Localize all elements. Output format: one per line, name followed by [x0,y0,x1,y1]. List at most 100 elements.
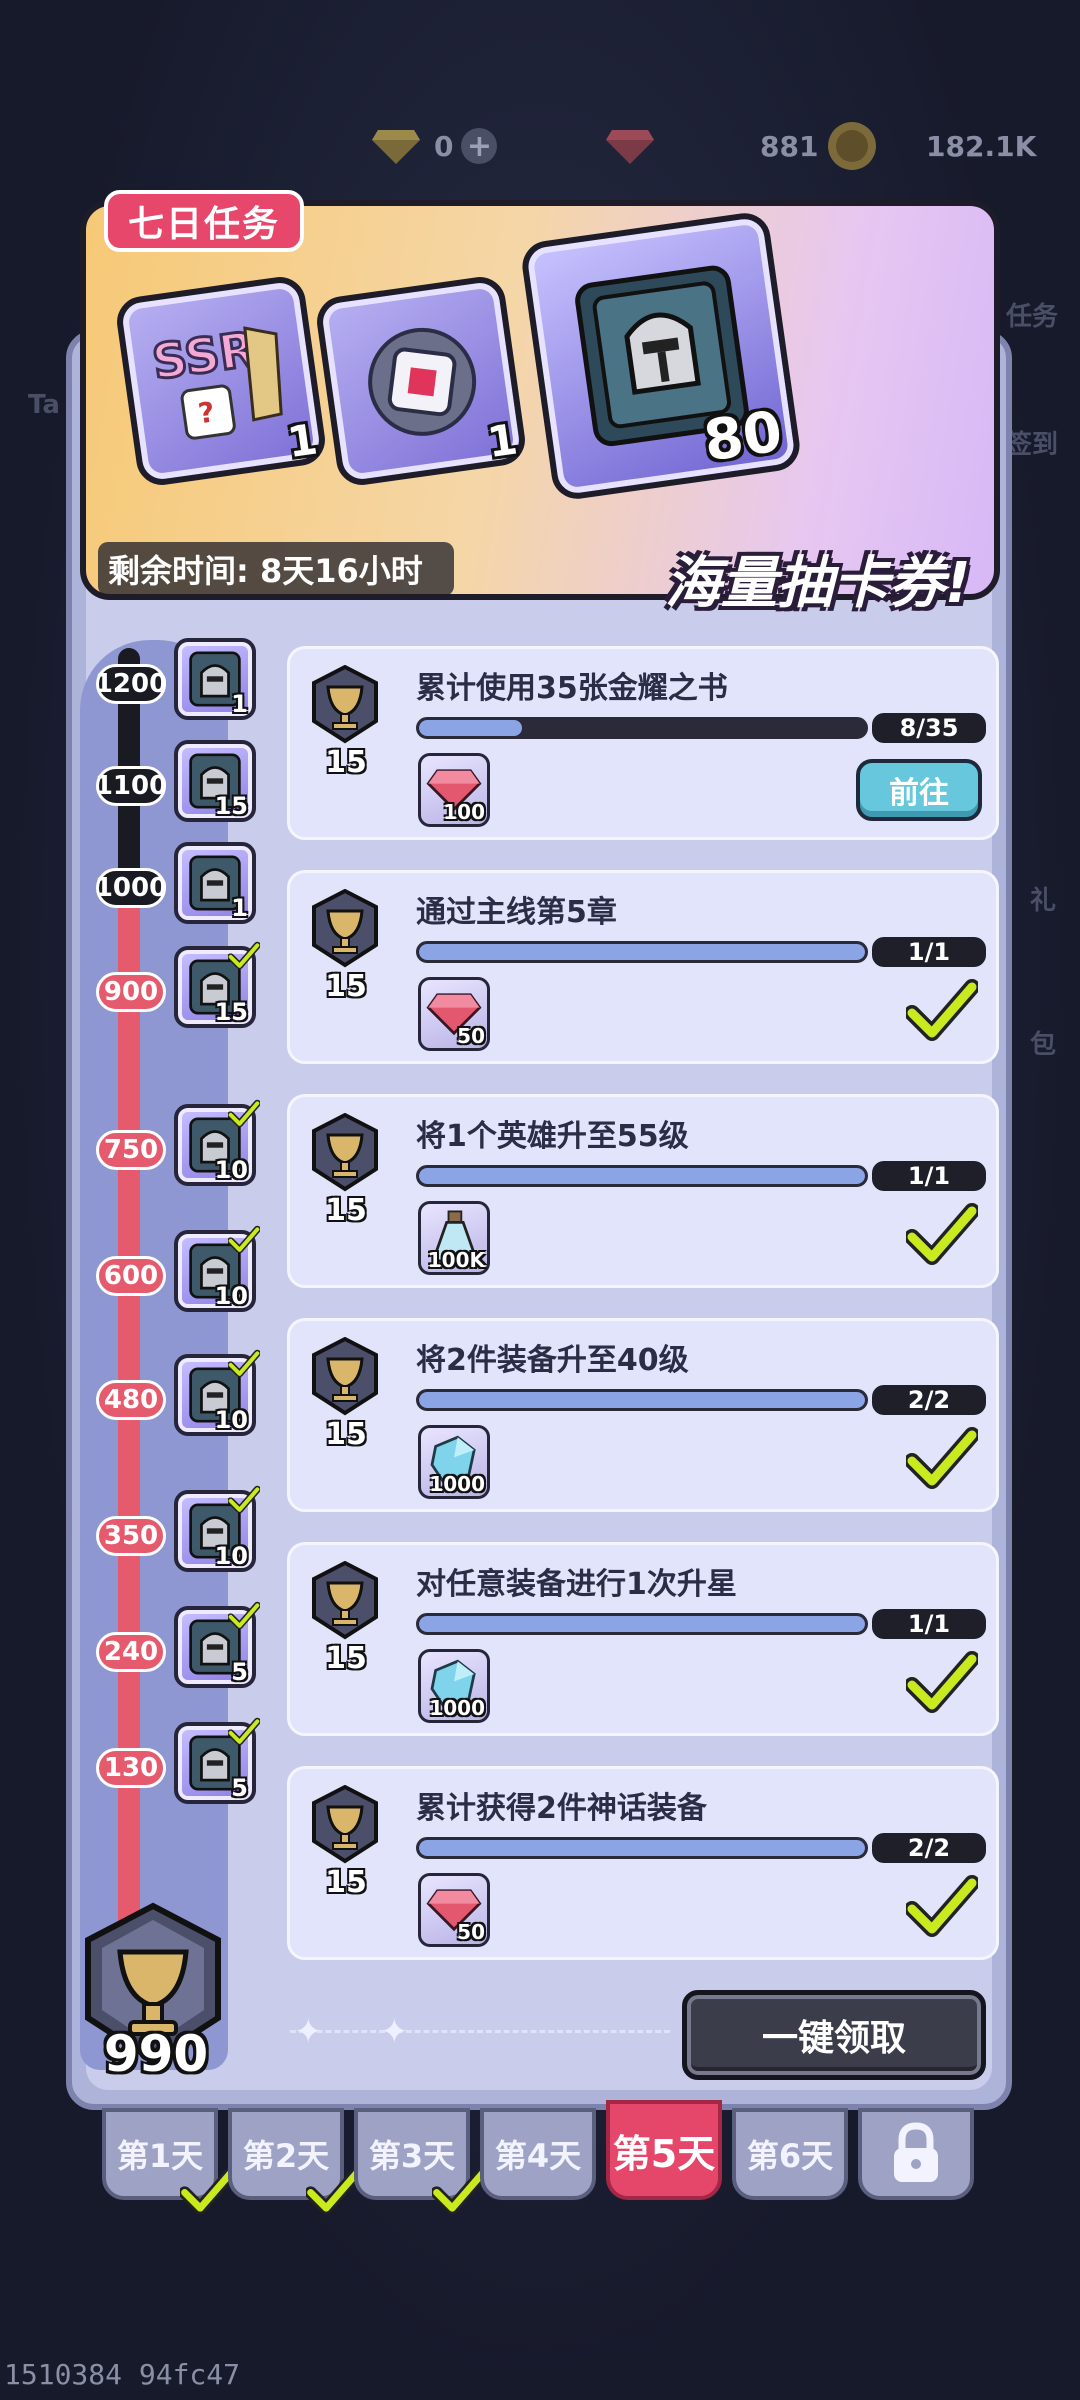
task-card: 15 通过主线第5章 1/1 50 [287,870,999,1064]
task-card: 15 对任意装备进行1次升星 1/1 1000 [287,1542,999,1736]
check-icon [227,1098,261,1130]
check-icon [904,979,980,1043]
milestone-reward[interactable]: 1 [174,842,256,924]
task-reward-gem-icon[interactable]: 50 [418,977,490,1051]
milestone-value: 350 [96,1516,166,1556]
task-progress-text: 1/1 [872,937,986,967]
side-hint-tasks: 任务 [1006,302,1059,332]
milestone-reward-count: 10 [214,1542,248,1570]
task-card: 15 将2件装备升至40级 2/2 1000 [287,1318,999,1512]
milestone-value: 1000 [95,868,167,908]
trophy-icon [310,888,380,969]
trophy-icon [310,1112,380,1193]
add-gold-button[interactable]: + [461,128,498,164]
tab-day-5[interactable]: 第5天 [606,2100,722,2200]
task-progress-text: 2/2 [872,1385,986,1415]
side-hint-checkin: 签到 [1006,430,1059,460]
divider-dashed [290,2030,670,2033]
task-title: 将1个英雄升至55级 [416,1119,689,1154]
banner-reward-1-count: 1 [284,414,321,468]
task-reward-count: 1000 [429,1472,485,1496]
task-title: 将2件装备升至40级 [416,1343,689,1378]
side-hint-pack: 包 [1030,1030,1057,1060]
claim-all-button[interactable]: 一键领取 [682,1990,986,2080]
task-progress-fill [419,944,865,960]
task-reward-gem-icon[interactable]: 50 [418,1873,490,1947]
task-points: 15 [325,1641,367,1676]
task-points: 15 [325,1865,367,1900]
milestone-reward[interactable]: 5 [174,1717,261,1804]
gem-currency: 881 [604,118,818,174]
task-progress-bar [416,1837,868,1859]
check-icon [227,1716,261,1748]
task-card: 15 累计获得2件神话装备 2/2 50 [287,1766,999,1960]
milestone-value: 240 [96,1632,166,1672]
milestone-reward[interactable]: 1 [174,638,256,720]
gem-value: 881 [760,129,819,163]
milestone-reward[interactable]: 10 [174,1225,261,1312]
coin-currency: 182.1K [826,118,1036,174]
build-id: 1510384 94fc47 [4,2358,241,2391]
task-reward-crystal-icon[interactable]: 1000 [418,1649,490,1723]
task-points: 15 [325,1193,367,1228]
progress-rail-fill [118,880,140,1980]
task-progress-bar [416,717,868,739]
milestone-reward[interactable]: 10 [174,1485,261,1572]
gold-value: 0 [434,129,454,163]
lock-icon [894,2122,938,2182]
milestone-reward-count: 1 [231,690,248,718]
task-card: 15 将1个英雄升至55级 1/1 100K [287,1094,999,1288]
milestone-reward[interactable]: 10 [174,1349,261,1436]
check-icon [227,1484,261,1516]
milestone-reward-count: 10 [214,1406,248,1434]
tab-day-4[interactable]: 第4天 [480,2108,596,2200]
task-reward-count: 100 [443,800,485,824]
task-points: 15 [325,745,367,780]
banner-slogan: 海量抽卡券! [665,551,971,616]
milestone-value: 1100 [95,766,167,806]
banner-reward-3-count: 80 [699,399,787,475]
task-progress-fill [419,720,522,736]
milestone-reward[interactable]: 15 [174,941,261,1028]
task-reward-potion-icon[interactable]: 100K [418,1201,490,1275]
trophy-icon [310,1560,380,1641]
total-points: 990 [103,2025,209,2083]
go-button[interactable]: 前往 [856,759,982,821]
milestone-reward-count: 5 [231,1658,248,1686]
side-hint-left: Ta [28,390,60,420]
check-icon [904,1875,980,1939]
banner-reward-summon-cube[interactable]: 1 [313,273,529,489]
tab-day-locked[interactable] [858,2108,974,2200]
milestone-reward[interactable]: 15 [174,740,256,822]
gold-gem-icon [372,130,420,164]
milestone-reward-count: 15 [214,998,248,1026]
side-hint-gift: 礼 [1030,886,1057,916]
sparkle-icon: ✦ [380,2012,409,2052]
milestone-value: 130 [96,1748,166,1788]
task-progress-text: 1/1 [872,1609,986,1639]
task-progress-bar [416,1165,868,1187]
task-progress-fill [419,1616,865,1632]
task-reward-gem-icon[interactable]: 100 [418,753,490,827]
banner-reward-golden-book[interactable]: 80 [519,209,803,503]
task-reward-count: 1000 [429,1696,485,1720]
task-progress-fill [419,1392,865,1408]
milestone-reward[interactable]: 10 [174,1099,261,1186]
task-reward-crystal-icon[interactable]: 1000 [418,1425,490,1499]
milestone-reward[interactable]: 5 [174,1601,261,1688]
task-progress-text: 1/1 [872,1161,986,1191]
banner-reward-2-count: 1 [484,414,521,468]
banner-reward-ssr-ticket[interactable]: SSR ? 1 [113,273,329,489]
task-title: 累计获得2件神话装备 [416,1791,707,1826]
check-icon [904,1651,980,1715]
task-reward-count: 50 [457,1920,485,1944]
gold-currency: 0 + [370,118,498,174]
tab-day-6[interactable]: 第6天 [732,2108,848,2200]
task-points: 15 [325,1417,367,1452]
ssr-ticket-icon: SSR ? [147,320,283,440]
milestone-value: 900 [96,972,166,1012]
milestone-reward-count: 15 [214,792,248,820]
milestone-reward-count: 10 [214,1282,248,1310]
check-icon [227,1348,261,1380]
task-progress-bar [416,1613,868,1635]
